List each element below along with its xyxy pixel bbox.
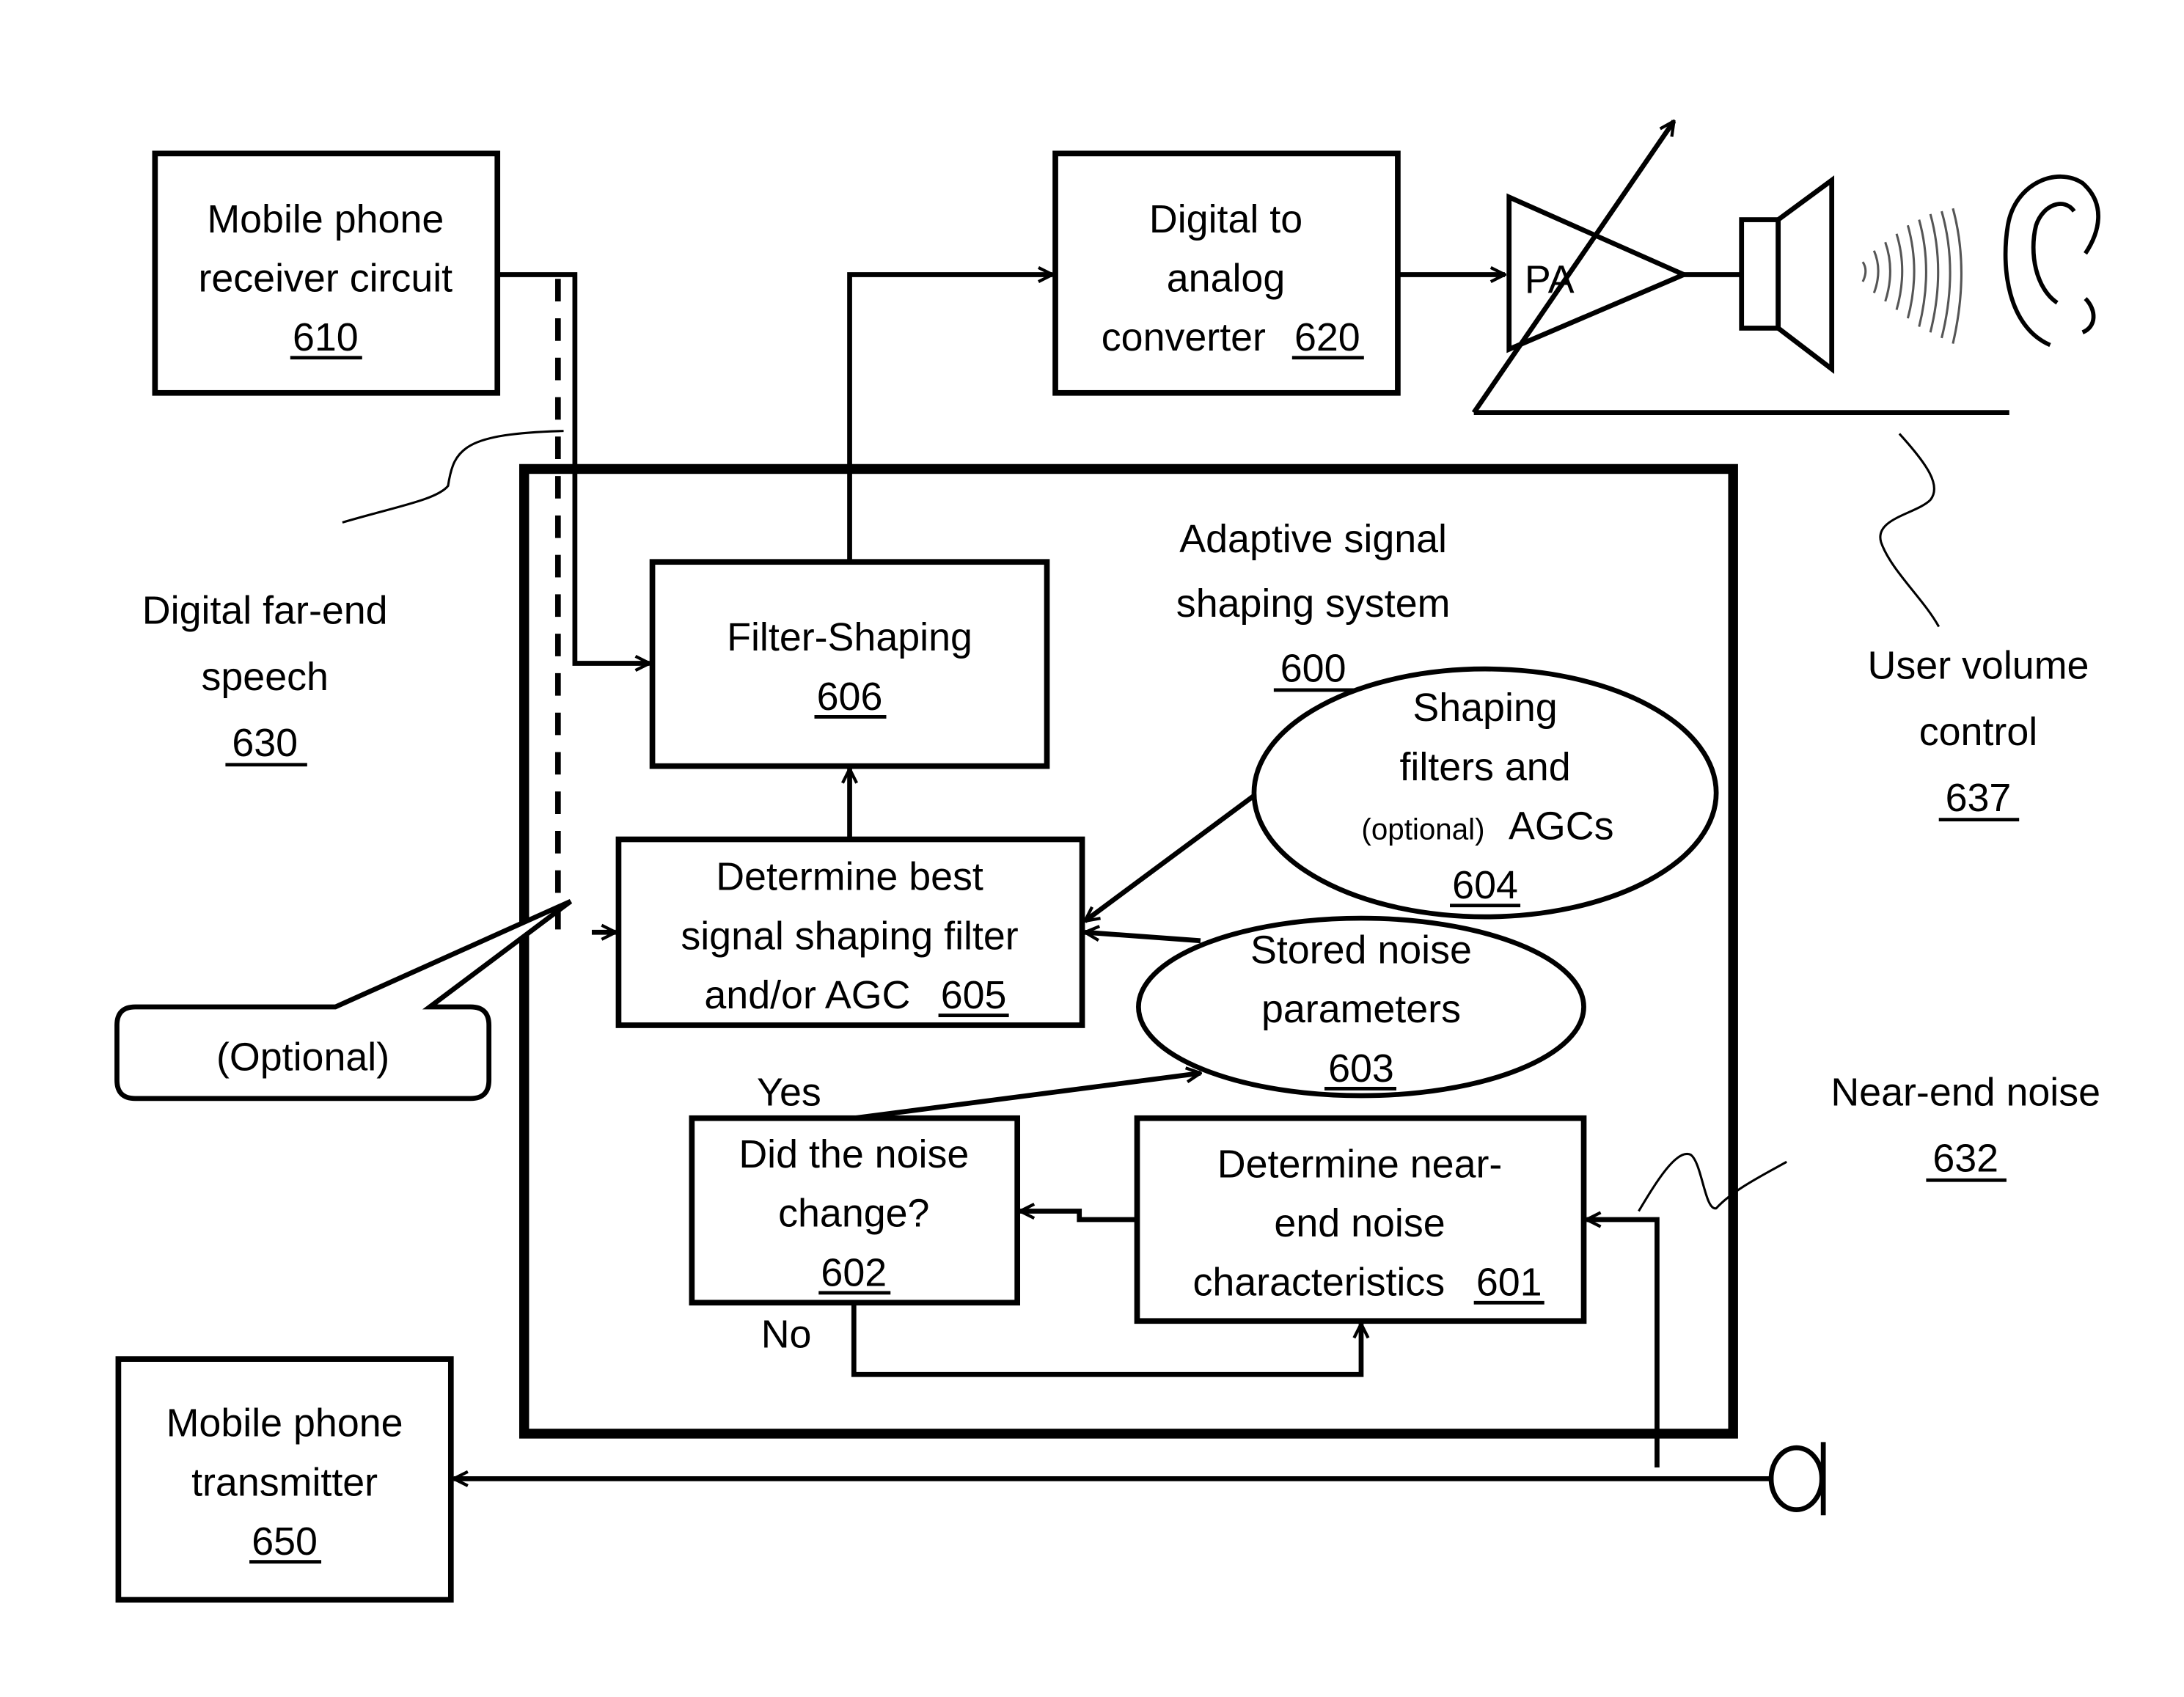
optional-callout: (Optional) xyxy=(114,898,573,1102)
determine-best-filter-block[interactable]: Determine best signal shaping filter and… xyxy=(615,836,1085,1028)
near-end-block-line3: characteristics xyxy=(1192,1261,1445,1305)
receiver-circuit-block[interactable]: Mobile phone receiver circuit 610 xyxy=(152,150,501,396)
user-volume-ref: 637 xyxy=(1946,776,2012,820)
dac-line2: analog xyxy=(1167,257,1286,301)
dac-line1: Digital to xyxy=(1149,197,1302,241)
filter-shaping-ref: 606 xyxy=(817,675,883,719)
far-end-ref: 630 xyxy=(232,721,298,765)
far-end-speech-callout: Digital far-end speech 630 xyxy=(142,430,564,767)
far-end-line2: speech xyxy=(201,655,328,699)
noise-change-line1: Did the noise xyxy=(739,1132,969,1176)
sound-waves-icon xyxy=(1861,208,1963,344)
filter-shaping-line1: Filter-Shaping xyxy=(727,615,972,659)
transmitter-block[interactable]: Mobile phone transmitter 650 xyxy=(115,1356,454,1603)
system-title-line2: shaping system xyxy=(1176,582,1451,626)
shaping-to-determine-arrow xyxy=(1085,793,1256,921)
determine-best-line1: Determine best xyxy=(716,855,983,899)
system-title: Adaptive signal shaping system 600 xyxy=(1176,517,1451,692)
shaping-filters-line2: filters and xyxy=(1399,745,1570,789)
optional-label: (Optional) xyxy=(216,1035,389,1079)
stored-noise-parameters-store[interactable]: Stored noise parameters 603 xyxy=(1136,915,1586,1099)
user-volume-line2: control xyxy=(1919,710,2037,754)
stored-noise-line1: Stored noise xyxy=(1250,928,1472,972)
system-title-line1: Adaptive signal xyxy=(1179,517,1447,561)
ear-icon xyxy=(2003,175,2100,348)
user-volume-callout: User volume control 637 xyxy=(1868,433,2089,822)
stored-noise-line2: parameters xyxy=(1261,987,1461,1031)
no-label: No xyxy=(761,1313,812,1357)
shaping-filters-optional: (optional) xyxy=(1361,813,1484,846)
transmitter-line1: Mobile phone xyxy=(166,1401,403,1445)
transmitter-line2: transmitter xyxy=(191,1460,378,1504)
near-end-block-line2: end noise xyxy=(1274,1201,1445,1245)
transmitter-ref: 650 xyxy=(252,1520,318,1564)
signal-shaping-diagram: Adaptive signal shaping system 600 Mobil… xyxy=(114,0,2100,1603)
shaping-filters-line3: AGCs xyxy=(1509,804,1613,848)
stored-noise-ref: 603 xyxy=(1328,1047,1394,1091)
determine-near-end-noise-block[interactable]: Determine near- end noise characteristic… xyxy=(1134,1115,1587,1324)
noise-change-ref: 602 xyxy=(821,1250,887,1294)
speaker-icon xyxy=(1739,175,1835,374)
filter-shaping-block[interactable]: Filter-Shaping 606 xyxy=(649,559,1050,769)
shaping-filters-ref: 604 xyxy=(1452,863,1518,907)
near-end-block-ref: 601 xyxy=(1476,1261,1542,1305)
noise-change-decision-block[interactable]: Did the noise change? 602 xyxy=(689,1115,1021,1306)
system-ref: 600 xyxy=(1280,646,1346,690)
dac-ref: 620 xyxy=(1294,315,1360,359)
stored-noise-to-determine-arrow xyxy=(1085,932,1201,944)
dac-block[interactable]: Digital to analog converter 620 xyxy=(1052,150,1401,396)
shaping-filters-store[interactable]: Shaping filters and (optional) AGCs 604 xyxy=(1251,666,1719,920)
determine-best-line2: signal shaping filter xyxy=(681,914,1018,958)
near-end-block-line1: Determine near- xyxy=(1217,1142,1503,1186)
filter-to-dac-arrow xyxy=(847,274,1053,562)
yes-label: Yes xyxy=(757,1070,821,1114)
noise-change-line2: change? xyxy=(778,1192,929,1236)
shaping-filters-line1: Shaping xyxy=(1412,686,1557,730)
near-end-noise-callout: Near-end noise 632 xyxy=(1638,1070,2100,1212)
receiver-line2: receiver circuit xyxy=(198,257,452,301)
near-end-to-decision-arrow xyxy=(1020,1211,1137,1223)
determine-best-line3: and/or AGC xyxy=(704,973,910,1017)
far-end-line1: Digital far-end xyxy=(142,589,388,633)
user-volume-line1: User volume xyxy=(1868,644,2089,688)
near-end-noise-line1: Near-end noise xyxy=(1831,1070,2100,1114)
yes-to-stored-noise-arrow xyxy=(853,1073,1201,1121)
determine-best-ref: 605 xyxy=(941,973,1007,1017)
dac-line3: converter xyxy=(1102,315,1266,359)
near-end-noise-ref: 632 xyxy=(1932,1137,1998,1181)
receiver-ref: 610 xyxy=(293,315,359,359)
microphone-icon xyxy=(1768,1442,1826,1516)
receiver-line1: Mobile phone xyxy=(207,197,444,241)
